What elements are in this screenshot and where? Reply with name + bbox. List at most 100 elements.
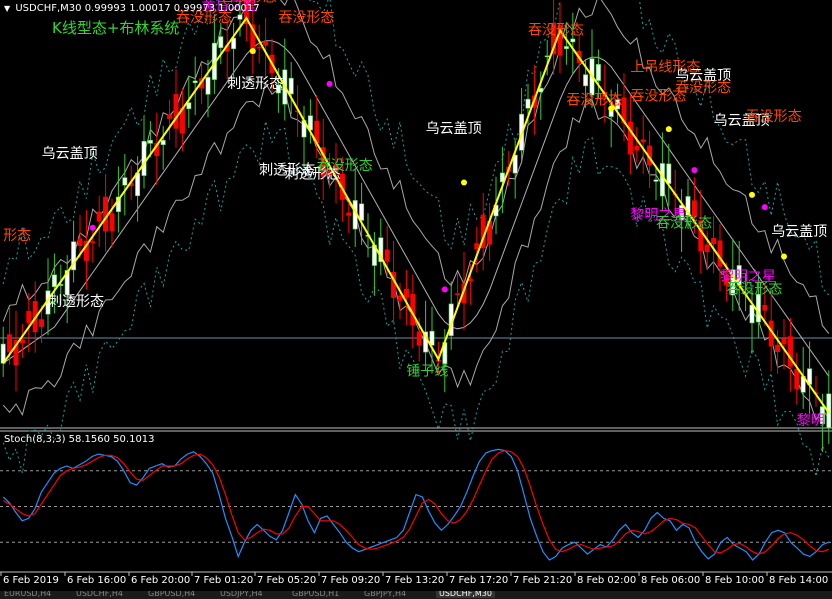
candle-body [762, 305, 768, 311]
signal-dot [665, 126, 672, 133]
time-tick-label: 7 Feb 05:20 [257, 575, 316, 586]
candle-body [563, 46, 569, 50]
signal-dot [691, 167, 698, 174]
stoch-signal-line [2, 449, 830, 555]
signal-dot [249, 47, 256, 54]
time-tick-label: 8 Feb 14:00 [769, 575, 828, 586]
candle-body [544, 55, 550, 58]
candle-body [218, 36, 224, 48]
candle-body [653, 179, 659, 182]
signal-dot [781, 253, 787, 260]
time-tick-label: 7 Feb 01:20 [194, 575, 253, 586]
candle-body [109, 213, 115, 232]
candle-body [711, 238, 717, 245]
candle-body [147, 139, 153, 144]
signal-dot [761, 204, 768, 211]
time-tick-label: 6 Feb 2019 [3, 575, 59, 586]
pattern-annotation: 乌云盖顶 [771, 224, 827, 240]
candle-body [397, 295, 403, 301]
symbol-tab[interactable]: GBPUSD,H4 [148, 591, 195, 598]
candle-body [403, 288, 409, 298]
candle-body [691, 200, 697, 217]
symbol-tab[interactable]: GBPJPY,H4 [364, 591, 406, 598]
candle-body [237, 14, 243, 20]
pattern-annotation: 锤子线 [406, 364, 448, 380]
candle-body [288, 77, 294, 95]
time-tick-label: 7 Feb 09:20 [321, 575, 380, 586]
candle-body [525, 98, 531, 109]
symbol-tab[interactable]: EURUSD,H4 [4, 591, 51, 598]
indicator-subtitle: K线型态+布林系统 [52, 19, 180, 37]
candle-body [755, 293, 761, 323]
candle-body [781, 338, 787, 345]
candle-body [595, 64, 601, 81]
signal-dot [461, 179, 467, 186]
stoch-main-line [2, 448, 830, 561]
pattern-annotation: 吞没形态 [746, 109, 802, 125]
pattern-annotation: 刺透形态 [227, 76, 283, 92]
candle-body [474, 243, 480, 250]
candle-body [7, 334, 13, 353]
candle-body [141, 140, 147, 176]
candle-body [704, 244, 710, 253]
symbol-timeframe: USDCHF,M30 [15, 3, 82, 14]
candle-body [205, 76, 211, 95]
candle-body [90, 241, 96, 243]
candle-body [570, 38, 576, 43]
candle-body [717, 240, 723, 267]
candle-body [51, 274, 57, 288]
candle-body [256, 46, 262, 49]
candle-body [263, 41, 269, 46]
candle-body [346, 212, 352, 216]
candle-body [77, 238, 83, 246]
signal-dot [749, 191, 755, 198]
candle-body [359, 203, 365, 221]
time-tick-label: 7 Feb 21:20 [513, 575, 572, 586]
pattern-annotation: 刺透形态 [48, 294, 104, 310]
candle-body [122, 177, 128, 186]
candle-body [416, 331, 422, 346]
candle-body [173, 94, 179, 129]
pattern-annotation: 吞没形态 [656, 216, 712, 232]
candle-body [167, 114, 173, 119]
signal-dot [326, 80, 333, 87]
trading-chart-window: 形态乌云盖顶刺透形态吞没形态黄昏之星吞没形态吞没形态刺透形态刺透形态刺透形态吞没… [0, 0, 832, 599]
pattern-annotation: 吞没形态 [566, 92, 622, 108]
candle-body [39, 319, 45, 327]
symbol-tab[interactable]: USDJPY,H4 [220, 591, 263, 598]
candle-body [96, 211, 102, 222]
candle-body [19, 339, 25, 344]
candle-body [192, 80, 198, 84]
time-tick-label: 6 Feb 16:00 [67, 575, 126, 586]
pattern-annotation: 吞没形态 [278, 10, 334, 26]
pattern-annotation: 吞没形态 [726, 281, 782, 297]
pattern-annotation: 吞没形态 [675, 80, 731, 96]
candle-body [640, 139, 646, 143]
candle-body [634, 145, 640, 151]
candle-body [384, 249, 390, 262]
stoch-indicator-label: Stoch(8,3,3) 58.1560 50.1013 [4, 434, 155, 445]
signal-dot [441, 286, 448, 293]
pattern-annotation: 乌云盖顶 [426, 121, 482, 137]
time-tick-label: 6 Feb 20:00 [131, 575, 190, 586]
candle-body [583, 74, 589, 87]
time-tick-label: 7 Feb 17:20 [449, 575, 508, 586]
candle-body [160, 139, 166, 146]
candle-body [749, 304, 755, 324]
candle-body [666, 163, 672, 184]
symbol-tab[interactable]: USDCHF,M30 [436, 591, 495, 598]
pattern-annotation: 乌云盖顶 [42, 146, 98, 162]
pattern-annotation: 吞没形态 [317, 158, 373, 174]
time-tick-label: 8 Feb 06:00 [641, 575, 700, 586]
collapse-triangle-icon[interactable]: ▼ [4, 4, 10, 13]
chart-canvas[interactable]: 形态乌云盖顶刺透形态吞没形态黄昏之星吞没形态吞没形态刺透形态刺透形态刺透形态吞没… [0, 0, 832, 599]
symbol-tab-bar: EURUSD,H4 USDCHF,H4 GBPUSD,H4 USDJPY,H4 GBPU… [0, 591, 832, 599]
pattern-annotation: 吞没形态 [528, 23, 584, 39]
symbol-tab[interactable]: USDCHF,H4 [76, 591, 123, 598]
pattern-annotation: 形态 [3, 228, 31, 244]
time-tick-label: 8 Feb 10:00 [705, 575, 764, 586]
symbol-tab[interactable]: GBPUSD,H1 [292, 591, 339, 598]
candle-body [26, 310, 32, 323]
pattern-annotation: 黎明 [797, 413, 825, 429]
time-tick-label: 7 Feb 13:20 [385, 575, 444, 586]
